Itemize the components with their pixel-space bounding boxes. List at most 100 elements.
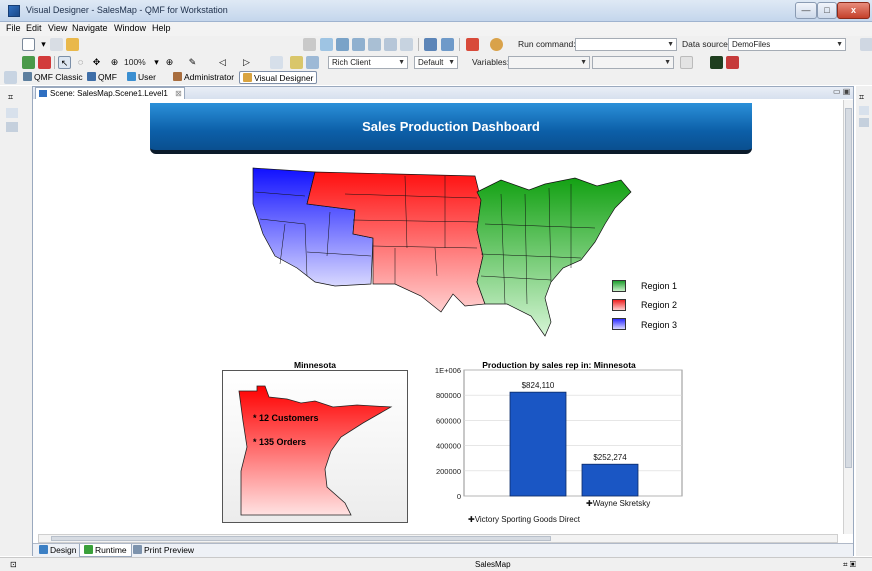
- client-select-value: Rich Client: [332, 58, 371, 67]
- horizontal-scroll-thumb[interactable]: [51, 536, 551, 541]
- align-icon[interactable]: [320, 38, 333, 51]
- sort-icon[interactable]: [384, 38, 397, 51]
- bar[interactable]: [509, 391, 567, 497]
- layers-icon[interactable]: [270, 56, 283, 69]
- tab-design[interactable]: Design: [35, 544, 80, 557]
- status-icon: ⊡: [10, 560, 17, 569]
- new-icon[interactable]: [22, 38, 35, 51]
- chevron-down-icon[interactable]: ▼: [580, 57, 587, 68]
- variables-value-select[interactable]: ▼: [592, 56, 674, 69]
- pen-icon[interactable]: ✎: [186, 56, 199, 69]
- menu-navigate[interactable]: Navigate: [72, 23, 108, 33]
- perspective-user[interactable]: User: [124, 71, 159, 84]
- console-icon[interactable]: [710, 56, 723, 69]
- back-icon[interactable]: ◁: [216, 56, 229, 69]
- menu-window[interactable]: Window: [114, 23, 146, 33]
- perspective-qmf[interactable]: QMF: [84, 71, 120, 84]
- run-icon[interactable]: [466, 38, 479, 51]
- extra-icon[interactable]: [860, 38, 872, 51]
- mode-select-value: Default: [418, 58, 444, 67]
- chevron-down-icon[interactable]: ▼: [448, 57, 455, 68]
- refresh-icon[interactable]: [368, 38, 381, 51]
- perspective-label: QMF Classic: [34, 72, 83, 82]
- vertical-scroll-thumb[interactable]: [845, 108, 852, 468]
- zoom-icon[interactable]: ⊕: [108, 56, 121, 69]
- state-panel[interactable]: * 12 Customers * 135 Orders: [222, 370, 408, 523]
- connect-icon[interactable]: [22, 56, 35, 69]
- layout-icon[interactable]: [352, 38, 365, 51]
- menu-help[interactable]: Help: [152, 23, 171, 33]
- variables-button-icon[interactable]: [680, 56, 693, 69]
- perspective-bar: QMF Classic QMF User Administrator Visua…: [0, 70, 872, 85]
- zoom-level[interactable]: 100%: [124, 57, 146, 67]
- vertical-scrollbar[interactable]: [843, 100, 853, 534]
- us-regions-map[interactable]: [245, 164, 640, 344]
- minimize-maximize-icon[interactable]: ▭ ▣: [833, 87, 850, 96]
- client-select[interactable]: Rich Client ▼: [328, 56, 408, 69]
- zoom-in-icon[interactable]: ⊕: [163, 56, 176, 69]
- chevron-down-icon[interactable]: ▼: [667, 39, 674, 50]
- scene-tab[interactable]: Scene: SalesMap.Scene1.Level1 ⊠: [35, 87, 185, 99]
- chart-icon[interactable]: [290, 56, 303, 69]
- pin-icon[interactable]: ⌗: [859, 92, 864, 103]
- save-icon[interactable]: [50, 38, 63, 51]
- open-perspective-icon[interactable]: [4, 71, 17, 84]
- main-toolbar: ▾ Run command: ▼ Data source: DemoFiles …: [0, 36, 872, 54]
- horizontal-scrollbar[interactable]: [38, 534, 838, 543]
- chevron-down-icon[interactable]: ▾: [150, 56, 163, 69]
- select-pointer-icon[interactable]: ↖: [58, 56, 71, 69]
- open-folder-icon[interactable]: [66, 38, 79, 51]
- qmf-icon: [87, 72, 96, 81]
- chevron-down-icon[interactable]: ▼: [398, 57, 405, 68]
- plot-area: [463, 369, 683, 497]
- filter-icon[interactable]: [400, 38, 413, 51]
- move-icon[interactable]: ✥: [90, 56, 103, 69]
- perspective-administrator[interactable]: Administrator: [170, 71, 237, 84]
- report-icon[interactable]: [726, 56, 739, 69]
- variables-select[interactable]: ▼: [508, 56, 590, 69]
- mode-select[interactable]: Default ▼: [414, 56, 458, 69]
- events-icon[interactable]: [859, 118, 869, 127]
- format-icon[interactable]: [303, 38, 316, 51]
- settings-icon[interactable]: [490, 38, 503, 51]
- administrator-icon: [173, 72, 182, 81]
- y-tick-label: 0: [457, 492, 461, 501]
- pin-icon[interactable]: ⌗: [8, 92, 13, 103]
- production-bar-chart[interactable]: 1E+006 800000 600000 400000 200000 0 $824,110…: [426, 366, 688, 530]
- monitor-icon[interactable]: [424, 38, 437, 51]
- minnesota-shape[interactable]: [235, 385, 397, 517]
- maximize-button[interactable]: □: [817, 2, 837, 19]
- bar[interactable]: [581, 463, 639, 497]
- visual-designer-icon: [243, 73, 252, 82]
- tab-print-preview[interactable]: Print Preview: [129, 544, 198, 557]
- forward-icon[interactable]: ▷: [240, 56, 253, 69]
- perspective-label: QMF: [98, 72, 117, 82]
- run-command-input[interactable]: ▼: [575, 38, 677, 51]
- tab-label: Design: [50, 545, 77, 555]
- close-button[interactable]: x: [837, 2, 870, 19]
- outline-icon[interactable]: [6, 122, 18, 132]
- table-icon[interactable]: [306, 56, 319, 69]
- perspective-visual-designer[interactable]: Visual Designer: [239, 71, 318, 84]
- stop-icon[interactable]: [38, 56, 51, 69]
- minimize-button[interactable]: —: [795, 2, 817, 19]
- chevron-down-icon[interactable]: ▼: [836, 39, 843, 50]
- menu-file[interactable]: File: [6, 23, 21, 33]
- separator: [459, 38, 460, 51]
- palette-icon[interactable]: [6, 108, 18, 118]
- tab-runtime[interactable]: Runtime: [79, 544, 132, 557]
- chevron-down-icon[interactable]: ▼: [664, 57, 671, 68]
- dropdown-arrow-icon[interactable]: ▾: [37, 38, 50, 51]
- grid-icon[interactable]: [336, 38, 349, 51]
- properties-icon[interactable]: [859, 106, 869, 115]
- status-right-icons[interactable]: ⌗ ▣: [843, 560, 856, 570]
- lasso-icon[interactable]: ◌: [74, 56, 87, 69]
- data-source-select[interactable]: DemoFiles ▼: [728, 38, 846, 51]
- runtime-icon: [84, 545, 93, 554]
- menu-view[interactable]: View: [48, 23, 67, 33]
- dashboard-title: Sales Production Dashboard: [362, 119, 540, 134]
- window-icon[interactable]: [441, 38, 454, 51]
- menu-edit[interactable]: Edit: [26, 23, 42, 33]
- perspective-qmf-classic[interactable]: QMF Classic: [20, 71, 86, 84]
- close-icon[interactable]: ⊠: [175, 89, 182, 98]
